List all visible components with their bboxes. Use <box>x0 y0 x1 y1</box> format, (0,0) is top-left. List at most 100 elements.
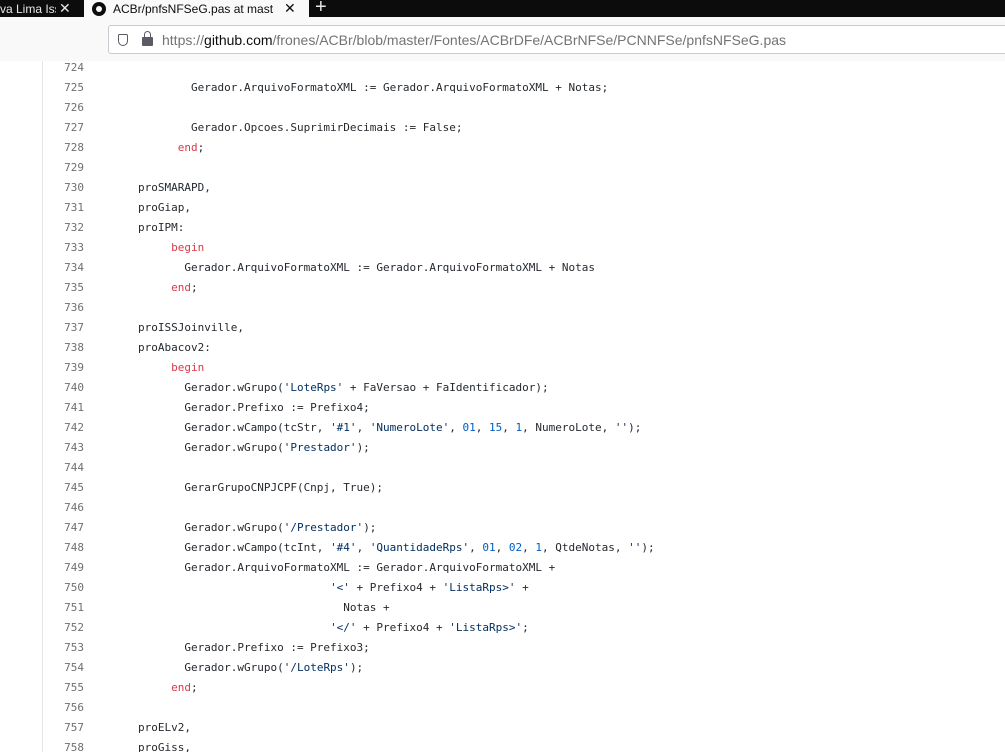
code-line: 734 Gerador.ArquivoFormatoXML := Gerador… <box>0 257 1005 277</box>
code-text: proAbacov2: <box>84 341 211 354</box>
line-number[interactable]: 730 <box>0 181 84 194</box>
line-number[interactable]: 724 <box>0 61 84 74</box>
line-number[interactable]: 741 <box>0 401 84 414</box>
lock-icon[interactable] <box>142 31 153 46</box>
address-bar[interactable]: https://github.com/frones/ACBr/blob/mast… <box>108 25 1005 54</box>
code-text: end; <box>84 681 198 694</box>
line-number[interactable]: 735 <box>0 281 84 294</box>
code-token: Gerador.wGrupo( <box>138 440 284 454</box>
line-number[interactable]: 727 <box>0 121 84 134</box>
line-number[interactable]: 744 <box>0 461 84 474</box>
code-token: Gerador.Prefixo := Prefixo3; <box>138 640 370 654</box>
code-token: ); <box>349 660 364 674</box>
line-number[interactable]: 746 <box>0 501 84 514</box>
code-line: 755 end; <box>0 677 1005 697</box>
line-number[interactable]: 728 <box>0 141 84 154</box>
code-token: end <box>171 680 191 694</box>
close-tab-icon[interactable]: ✕ <box>284 1 296 15</box>
code-text: proISSJoinville, <box>84 321 244 334</box>
code-line: 739 begin <box>0 357 1005 377</box>
code-token: Gerador.wCampo(tcStr, <box>138 420 331 434</box>
line-number[interactable]: 729 <box>0 161 84 174</box>
code-token: proGiap, <box>138 200 191 214</box>
line-number[interactable]: 734 <box>0 261 84 274</box>
code-token: Gerador.Opcoes.SuprimirDecimais := False… <box>138 120 463 134</box>
code-text: Notas + <box>84 601 389 614</box>
code-line: 731 proGiap, <box>0 197 1005 217</box>
line-number[interactable]: 754 <box>0 661 84 674</box>
url-text[interactable]: https://github.com/frones/ACBr/blob/mast… <box>162 32 786 48</box>
line-number[interactable]: 755 <box>0 681 84 694</box>
line-number[interactable]: 738 <box>0 341 84 354</box>
code-text: Gerador.wGrupo('Prestador'); <box>84 440 370 454</box>
url-host: github.com <box>204 31 273 48</box>
line-number[interactable]: 748 <box>0 541 84 554</box>
tab-title: va Lima Iss <box>0 1 56 16</box>
code-line: 751 Notas + <box>0 597 1005 617</box>
url-path: /frones/ACBr/blob/master/Fontes/ACBrDFe/… <box>272 31 787 48</box>
code-line: 730 proSMARAPD, <box>0 177 1005 197</box>
code-token: 15 <box>489 420 503 434</box>
code-token: Gerador.wGrupo( <box>138 660 284 674</box>
tab-inactive[interactable]: va Lima Iss ✕ <box>0 0 82 17</box>
line-number[interactable]: 725 <box>0 81 84 94</box>
code-token: + <box>515 580 529 594</box>
line-number[interactable]: 739 <box>0 361 84 374</box>
code-token: end <box>171 280 191 294</box>
line-number[interactable]: 753 <box>0 641 84 654</box>
code-token: Gerador.ArquivoFormatoXML := Gerador.Arq… <box>138 560 556 574</box>
line-number[interactable]: 733 <box>0 241 84 254</box>
code-token: GerarGrupoCNPJCPF(Cnpj, True); <box>138 480 384 494</box>
line-number[interactable]: 747 <box>0 521 84 534</box>
line-number[interactable]: 742 <box>0 421 84 434</box>
line-number[interactable]: 737 <box>0 321 84 334</box>
line-number[interactable]: 750 <box>0 581 84 594</box>
code-token: '' <box>614 420 629 434</box>
code-text: proGiss, <box>84 741 191 752</box>
close-tab-icon[interactable]: ✕ <box>59 1 71 15</box>
line-number[interactable]: 745 <box>0 481 84 494</box>
line-number[interactable]: 758 <box>0 741 84 752</box>
line-number[interactable]: 749 <box>0 561 84 574</box>
code-token: , NumeroLote, <box>522 420 615 434</box>
code-token: '<' <box>330 580 350 594</box>
code-token: Gerador.ArquivoFormatoXML := Gerador.Arq… <box>138 80 609 94</box>
line-number[interactable]: 726 <box>0 101 84 114</box>
line-number[interactable]: 740 <box>0 381 84 394</box>
line-number[interactable]: 757 <box>0 721 84 734</box>
line-number[interactable]: 743 <box>0 441 84 454</box>
line-number[interactable]: 732 <box>0 221 84 234</box>
code-token: '#1' <box>330 420 357 434</box>
code-text: proELv2, <box>84 721 191 734</box>
tab-active[interactable]: ACBr/pnfsNFSeG.pas at master ✕ <box>84 0 309 17</box>
code-token: 02 <box>508 540 523 554</box>
line-number[interactable]: 736 <box>0 301 84 314</box>
code-token: ); <box>356 440 370 454</box>
new-tab-button[interactable]: + <box>315 0 327 17</box>
line-number[interactable]: 751 <box>0 601 84 614</box>
code-text: GerarGrupoCNPJCPF(Cnpj, True); <box>84 481 383 494</box>
line-number[interactable]: 752 <box>0 621 84 634</box>
code-token: , <box>449 420 463 434</box>
code-line: 729 <box>0 157 1005 177</box>
code-token: ; <box>197 140 205 154</box>
code-token: , <box>495 540 509 554</box>
code-line: 749 Gerador.ArquivoFormatoXML := Gerador… <box>0 557 1005 577</box>
line-number[interactable]: 731 <box>0 201 84 214</box>
code-token: 'NumeroLote' <box>369 420 450 434</box>
code-line: 756 <box>0 697 1005 717</box>
code-token: 01 <box>482 540 496 554</box>
code-token: Gerador.Prefixo := Prefixo4; <box>138 400 370 414</box>
code-token: proIPM: <box>138 220 185 234</box>
code-token: end <box>177 140 198 154</box>
code-text: Gerador.Opcoes.SuprimirDecimais := False… <box>84 121 463 134</box>
line-number[interactable]: 756 <box>0 701 84 714</box>
code-token: Gerador.wGrupo( <box>138 520 284 534</box>
code-token: , <box>502 420 516 434</box>
code-token: ; <box>522 620 529 634</box>
shield-icon[interactable] <box>118 33 128 46</box>
